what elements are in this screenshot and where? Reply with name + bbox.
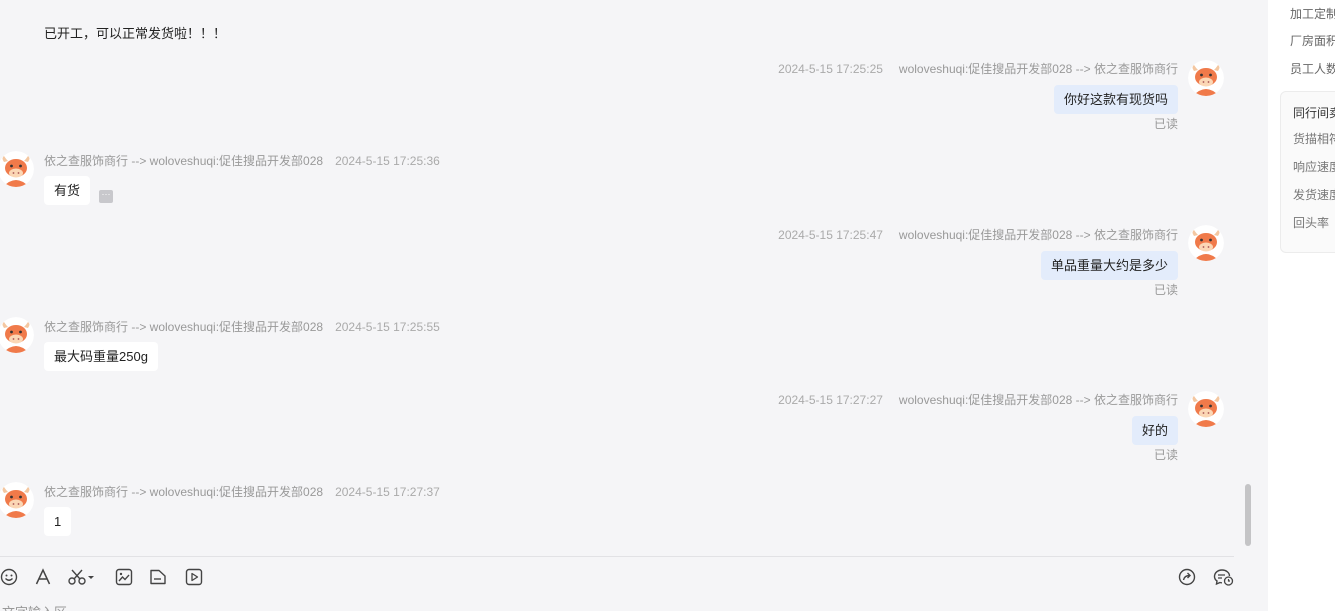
- message-bubble-outgoing[interactable]: 单品重量大约是多少: [1040, 251, 1178, 280]
- message-bubble-outgoing[interactable]: 好的: [1131, 416, 1178, 445]
- avatar[interactable]: [0, 151, 34, 187]
- message-text: 已开工，可以正常发货啦！！！: [44, 26, 227, 41]
- message-route: woloveshuqi:促佳搜品开发部028 --> 依之查服饰商行: [898, 62, 1178, 76]
- file-icon[interactable]: [149, 568, 167, 586]
- avatar[interactable]: [0, 317, 34, 353]
- message-time: 2024-5-15 17:27:27: [778, 393, 883, 407]
- more-icon[interactable]: ···: [99, 190, 113, 203]
- message-meta: 2024-5-15 17:27:27 woloveshuqi:促佳搜品开发部028…: [778, 391, 1178, 408]
- message-time: 2024-5-15 17:27:37: [335, 485, 440, 499]
- message-time: 2024-5-15 17:25:55: [335, 320, 440, 334]
- image-icon[interactable]: [115, 568, 133, 586]
- message-time: 2024-5-15 17:25:36: [335, 154, 440, 168]
- message-bubble-outgoing[interactable]: 你好这款有现货吗: [1053, 85, 1178, 114]
- message-bubble-incoming[interactable]: 1: [44, 507, 72, 536]
- chat-panel: 已开工，可以正常发货啦！！！ 2024-5-15 17:25:25 woloves…: [0, 0, 1254, 611]
- card-item: 响应速度: [1293, 160, 1335, 174]
- avatar[interactable]: [1188, 60, 1224, 96]
- emoji-icon[interactable]: [0, 568, 18, 586]
- font-icon[interactable]: [34, 568, 52, 586]
- read-status: 已读: [1153, 117, 1178, 131]
- info-item: 加工定制: [1290, 7, 1335, 21]
- message-meta: 依之查服饰商行 --> woloveshuqi:促佳搜品开发部028 2024-5…: [44, 152, 440, 169]
- info-item: 员工人数: [1290, 62, 1335, 76]
- info-item: 厂房面积: [1290, 34, 1335, 48]
- share-icon[interactable]: [1178, 568, 1196, 586]
- avatar[interactable]: [1188, 225, 1224, 261]
- chat-history-icon[interactable]: [1213, 568, 1235, 586]
- message-meta: 2024-5-15 17:25:25 woloveshuqi:促佳搜品开发部028…: [778, 60, 1178, 77]
- divider: [0, 556, 1234, 557]
- card-item: 回头率: [1293, 216, 1330, 230]
- message-bubble-incoming[interactable]: 有货: [44, 176, 91, 205]
- input-placeholder[interactable]: 文字输入区: [2, 602, 67, 611]
- supplier-info-panel: 加工定制 厂房面积 员工人数 同行间卖 货描相符 响应速度 发货速度 回头率: [1268, 0, 1335, 611]
- message-bubble-incoming[interactable]: 最大码重量250g: [44, 342, 158, 371]
- message-meta: 2024-5-15 17:25:47 woloveshuqi:促佳搜品开发部028…: [778, 226, 1178, 243]
- message-route: woloveshuqi:促佳搜品开发部028 --> 依之查服饰商行: [898, 228, 1178, 242]
- card-item: 货描相符: [1293, 132, 1335, 146]
- scrollbar-thumb[interactable]: [1245, 484, 1251, 546]
- message-route: 依之查服饰商行 --> woloveshuqi:促佳搜品开发部028: [44, 485, 324, 499]
- message-list[interactable]: 已开工，可以正常发货啦！！！ 2024-5-15 17:25:25 woloves…: [0, 0, 1240, 556]
- avatar[interactable]: [1188, 391, 1224, 427]
- message-route: 依之查服饰商行 --> woloveshuqi:促佳搜品开发部028: [44, 154, 324, 168]
- peer-comparison-card: 同行间卖 货描相符 响应速度 发货速度 回头率: [1280, 91, 1335, 253]
- video-icon[interactable]: [185, 568, 203, 586]
- message-route: woloveshuqi:促佳搜品开发部028 --> 依之查服饰商行: [898, 393, 1178, 407]
- message-meta: 依之查服饰商行 --> woloveshuqi:促佳搜品开发部028 2024-5…: [44, 483, 440, 500]
- card-title: 同行间卖: [1293, 106, 1335, 120]
- card-item: 发货速度: [1293, 188, 1335, 202]
- message-meta: 依之查服饰商行 --> woloveshuqi:促佳搜品开发部028 2024-5…: [44, 318, 440, 335]
- message-time: 2024-5-15 17:25:47: [778, 228, 883, 242]
- message-route: 依之查服饰商行 --> woloveshuqi:促佳搜品开发部028: [44, 320, 324, 334]
- avatar[interactable]: [0, 482, 34, 518]
- read-status: 已读: [1153, 448, 1178, 462]
- message-time: 2024-5-15 17:25:25: [778, 62, 883, 76]
- scissors-icon[interactable]: [68, 568, 96, 586]
- read-status: 已读: [1153, 283, 1178, 297]
